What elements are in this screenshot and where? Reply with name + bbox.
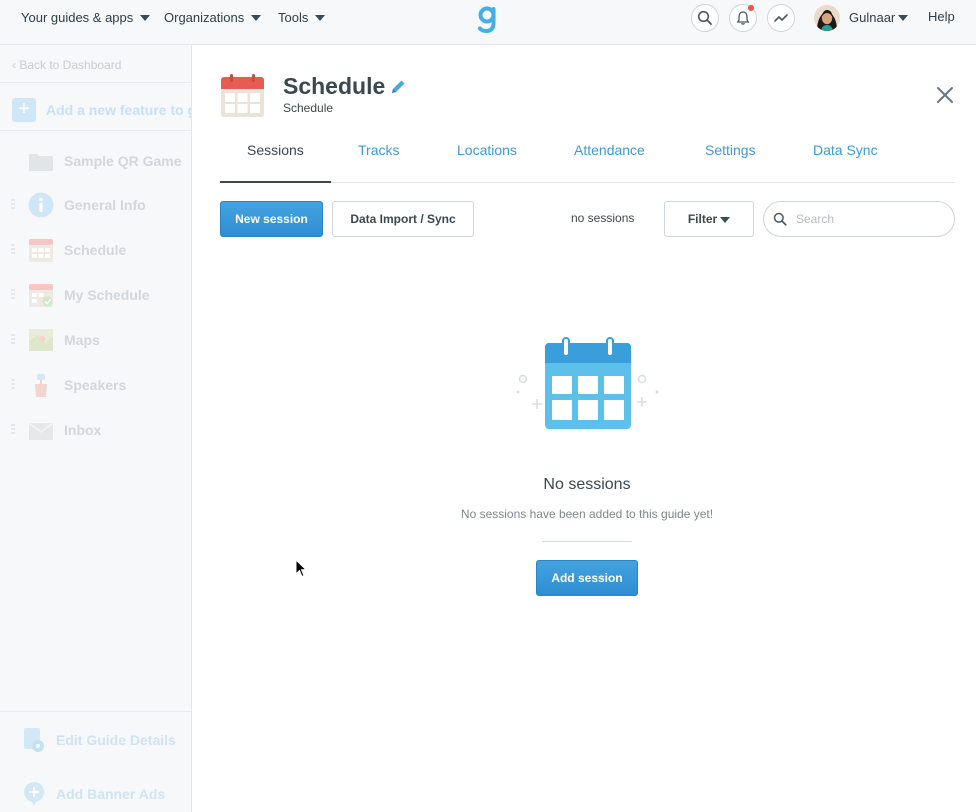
activity-button[interactable]	[767, 4, 795, 32]
drag-handle-icon[interactable]	[11, 199, 15, 209]
edit-guide-label: Edit Guide Details	[56, 732, 176, 748]
close-icon[interactable]	[934, 84, 956, 106]
folder-icon	[28, 148, 54, 174]
add-banner-label: Add Banner Ads	[56, 786, 166, 802]
sidebar-item-label: Sample QR Game	[64, 153, 182, 169]
empty-state-message: No sessions have been added to this guid…	[460, 507, 714, 521]
sidebar-item-sample-qr-game[interactable]: Sample QR Game	[28, 148, 182, 174]
tools-label: Tools	[278, 10, 309, 25]
sidebar-item-maps[interactable]: Maps	[28, 327, 100, 353]
sidebar-item-inbox[interactable]: Inbox	[28, 417, 101, 443]
drag-handle-icon[interactable]	[11, 334, 15, 344]
pencil-icon[interactable]	[389, 78, 407, 96]
speaker-icon	[28, 372, 54, 398]
empty-calendar-icon	[516, 337, 659, 429]
tab-attendance[interactable]: Attendance	[574, 142, 645, 158]
guides-apps-label: Your guides & apps	[21, 10, 134, 25]
tab-bar: Sessions Tracks Locations Attendance Set…	[220, 130, 955, 183]
sidebar-item-label: General Info	[64, 197, 146, 213]
drag-handle-icon[interactable]	[11, 244, 15, 254]
chevron-down-icon	[140, 14, 151, 21]
activity-icon	[774, 14, 788, 22]
banner-ads-icon	[24, 782, 44, 806]
active-tab-indicator	[220, 181, 331, 183]
tab-tracks[interactable]: Tracks	[358, 142, 399, 158]
empty-state-divider	[542, 541, 632, 542]
tab-settings[interactable]: Settings	[705, 142, 756, 158]
map-icon	[28, 327, 54, 353]
guides-apps-menu[interactable]: Your guides & apps	[21, 10, 151, 25]
calendar-icon	[28, 237, 54, 263]
top-navbar: Your guides & apps Organizations Tools G…	[0, 0, 976, 45]
session-count: no sessions	[571, 211, 635, 225]
tab-data-sync[interactable]: Data Sync	[813, 142, 878, 158]
sidebar-divider	[0, 82, 191, 83]
info-icon	[28, 192, 54, 218]
sidebar-item-schedule[interactable]: Schedule	[28, 237, 126, 263]
sidebar-divider	[0, 130, 191, 131]
calendar-check-icon	[28, 282, 54, 308]
chevron-down-icon	[315, 14, 326, 21]
sidebar-divider	[0, 711, 191, 712]
user-menu[interactable]: Gulnaar	[849, 10, 909, 25]
page-title: Schedule	[283, 73, 386, 99]
add-feature-label: Add a new feature to guide	[46, 102, 191, 118]
chevron-down-icon	[251, 14, 262, 21]
edit-guide-icon	[24, 728, 44, 752]
sidebar-item-general-info[interactable]: General Info	[28, 192, 146, 218]
drag-handle-icon[interactable]	[11, 289, 15, 299]
sidebar-item-label: Inbox	[64, 422, 102, 438]
inbox-icon	[28, 417, 54, 443]
page-subtitle: Schedule	[283, 101, 334, 115]
bell-icon	[736, 11, 750, 25]
user-name-label: Gulnaar	[849, 10, 896, 25]
new-session-button[interactable]: New session	[220, 201, 323, 237]
help-link[interactable]: Help	[928, 9, 955, 24]
sidebar-item-label: Maps	[64, 332, 100, 348]
data-import-sync-button[interactable]: Data Import / Sync	[332, 201, 474, 237]
sidebar: ‹ Back to Dashboard + Add a new feature …	[0, 45, 192, 812]
back-to-dashboard-link[interactable]: ‹ Back to Dashboard	[12, 58, 121, 72]
search-icon	[773, 212, 787, 226]
chevron-down-icon	[720, 217, 731, 223]
filter-label: Filter	[687, 212, 718, 226]
guidebook-logo-icon[interactable]	[477, 4, 499, 34]
mouse-cursor-icon	[295, 559, 307, 578]
organizations-menu[interactable]: Organizations	[164, 10, 262, 25]
tab-locations[interactable]: Locations	[457, 142, 517, 158]
drag-handle-icon[interactable]	[11, 379, 15, 389]
chevron-down-icon	[898, 14, 909, 21]
filter-dropdown[interactable]: Filter	[664, 201, 754, 237]
add-session-button[interactable]: Add session	[536, 560, 638, 596]
empty-state-title: No sessions	[543, 476, 631, 493]
notification-dot	[748, 5, 754, 11]
search-field[interactable]	[763, 201, 955, 237]
avatar-image	[814, 5, 840, 31]
schedule-calendar-icon	[221, 74, 264, 117]
sidebar-item-speakers[interactable]: Speakers	[28, 372, 126, 398]
sidebar-item-my-schedule[interactable]: My Schedule	[28, 282, 150, 308]
add-banner-ads-button[interactable]: Add Banner Ads	[22, 781, 165, 807]
tab-sessions[interactable]: Sessions	[247, 142, 304, 158]
sidebar-item-label: Speakers	[64, 377, 127, 393]
search-icon	[697, 10, 712, 25]
search-button[interactable]	[691, 4, 719, 32]
sidebar-item-label: My Schedule	[64, 287, 150, 303]
plus-icon: +	[12, 98, 36, 122]
search-input[interactable]	[796, 210, 946, 228]
notifications-button[interactable]	[729, 4, 757, 32]
sidebar-item-label: Schedule	[64, 242, 127, 258]
user-avatar[interactable]	[814, 5, 840, 31]
tools-menu[interactable]: Tools	[278, 10, 326, 25]
add-feature-button[interactable]: + Add a new feature to guide	[12, 98, 191, 122]
organizations-label: Organizations	[164, 10, 245, 25]
edit-guide-details-button[interactable]: Edit Guide Details	[22, 727, 176, 753]
drag-handle-icon[interactable]	[11, 424, 15, 434]
